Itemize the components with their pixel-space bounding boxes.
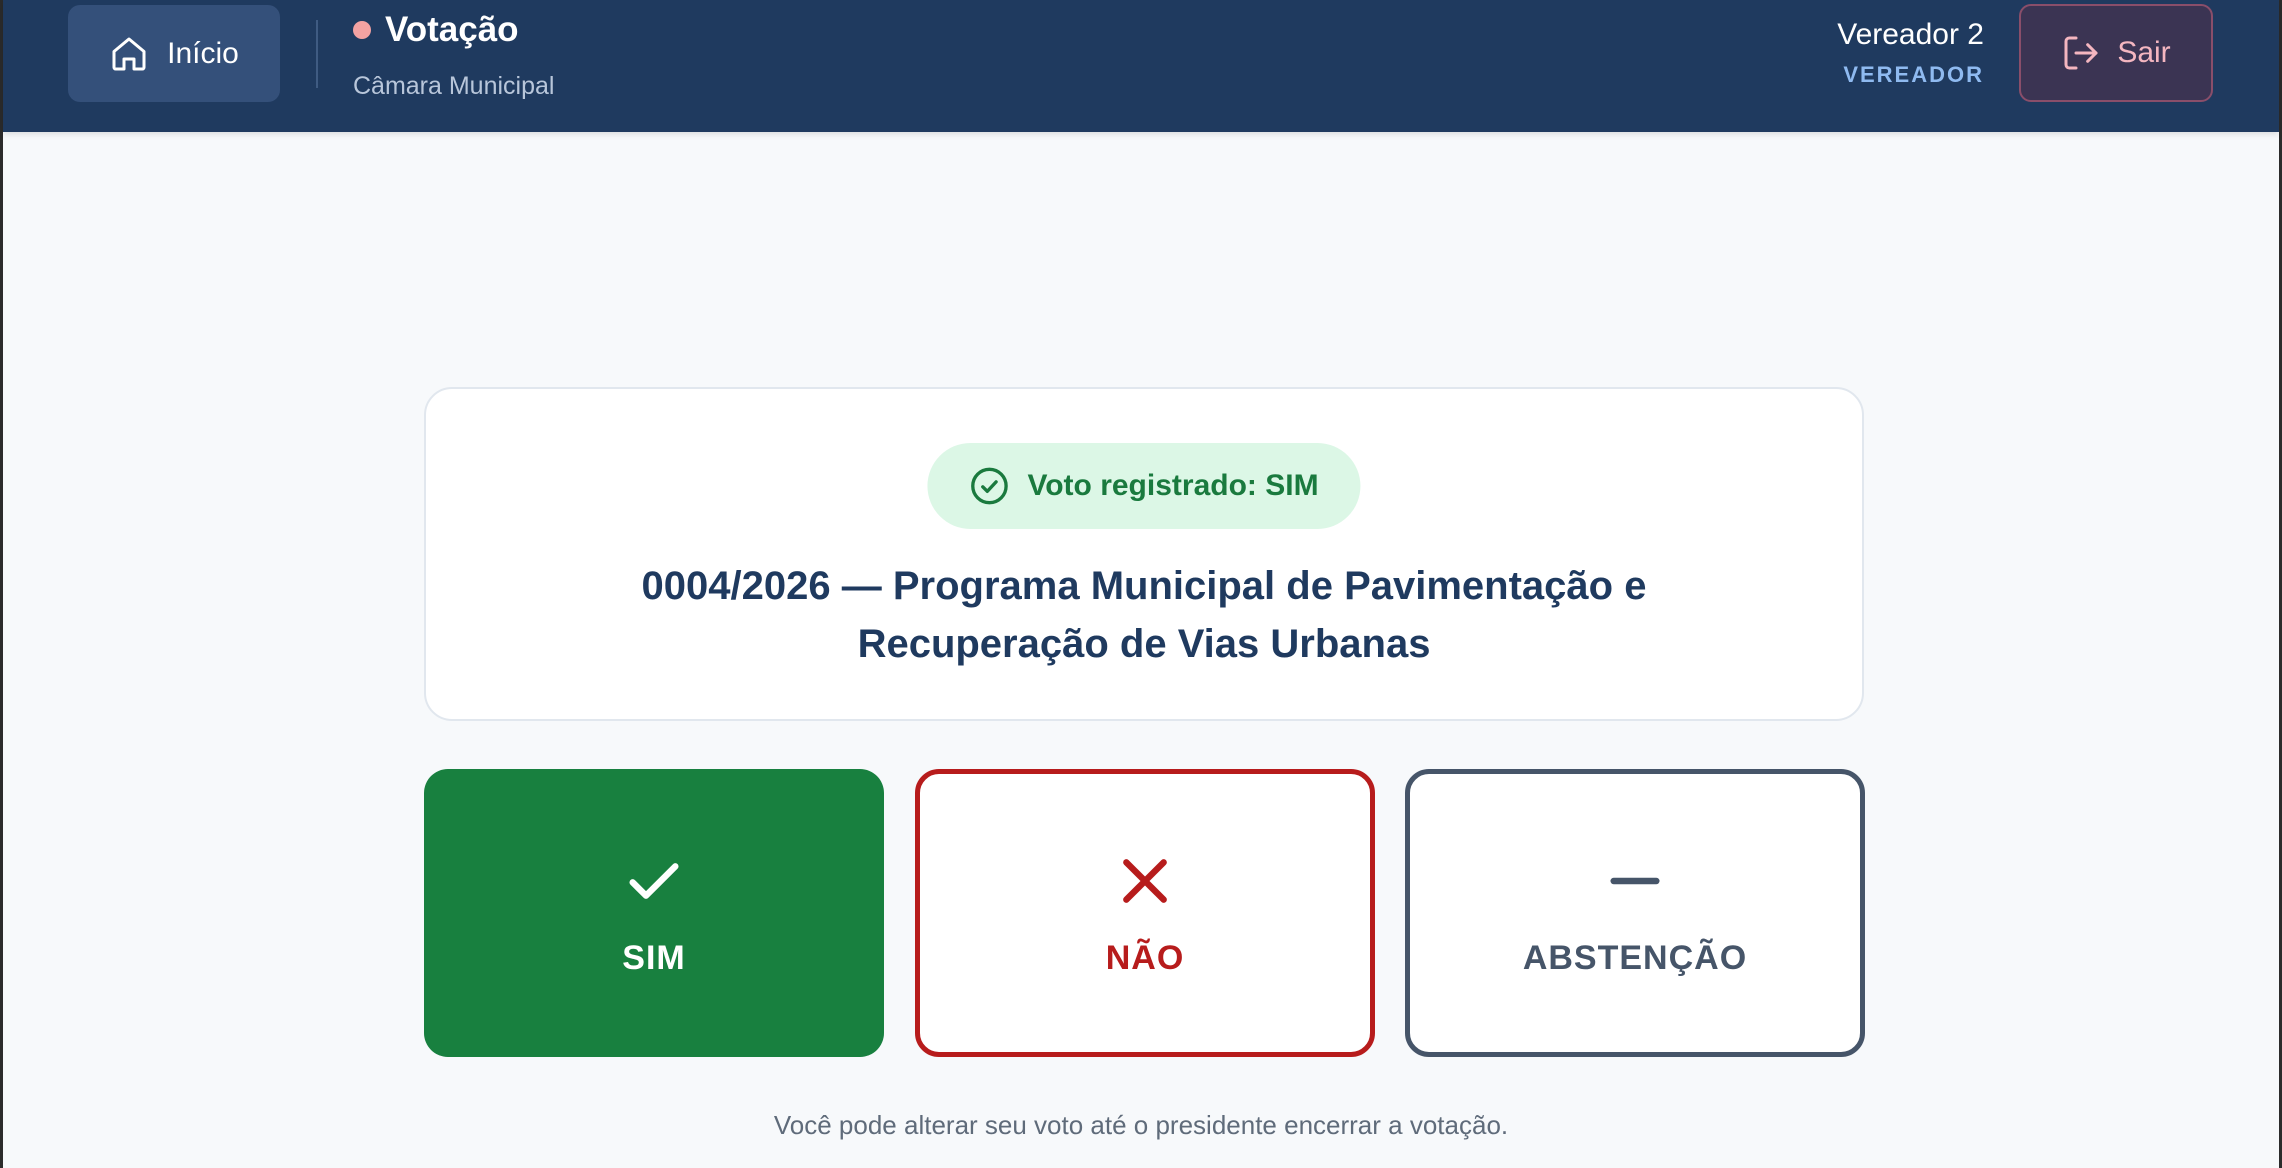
user-name: Vereador 2 [1837, 18, 1984, 51]
vote-no-label: NÃO [1105, 939, 1185, 977]
vote-abstain-button[interactable]: ABSTENÇÃO [1405, 769, 1865, 1057]
vote-yes-button[interactable]: SIM [424, 769, 884, 1057]
vote-status-text: Voto registrado: SIM [1027, 469, 1319, 502]
vote-change-note: Você pode alterar seu voto até o preside… [773, 1110, 1509, 1140]
top-bar: Início Votação Câmara Municipal Vereador… [3, 0, 2279, 132]
proposal-card: Voto registrado: SIM 0004/2026 — Program… [424, 387, 1864, 721]
minus-icon [1610, 877, 1660, 885]
vote-abstain-label: ABSTENÇÃO [1522, 939, 1748, 977]
header-divider [316, 20, 318, 88]
x-icon [1123, 859, 1167, 903]
logout-button[interactable]: Sair [2019, 4, 2213, 102]
home-button-label: Início [167, 36, 239, 70]
user-info: Vereador 2 VEREADOR [1837, 18, 1984, 88]
vote-yes-label: SIM [622, 939, 686, 977]
vote-no-button[interactable]: NÃO [915, 769, 1375, 1057]
page-subtitle: Câmara Municipal [353, 72, 555, 100]
home-icon [112, 37, 146, 70]
check-circle-icon [971, 467, 1008, 505]
logout-button-label: Sair [2117, 36, 2171, 69]
proposal-title: 0004/2026 — Programa Municipal de Pavime… [641, 564, 1647, 666]
page-title: Votação [385, 10, 519, 49]
home-button[interactable]: Início [68, 5, 280, 102]
vote-status-badge: Voto registrado: SIM [927, 443, 1361, 529]
header-title-block: Votação Câmara Municipal [353, 10, 554, 101]
user-role: VEREADOR [1843, 62, 1984, 87]
live-status-dot [353, 21, 371, 39]
logout-icon [2064, 36, 2098, 70]
check-icon [629, 863, 679, 899]
